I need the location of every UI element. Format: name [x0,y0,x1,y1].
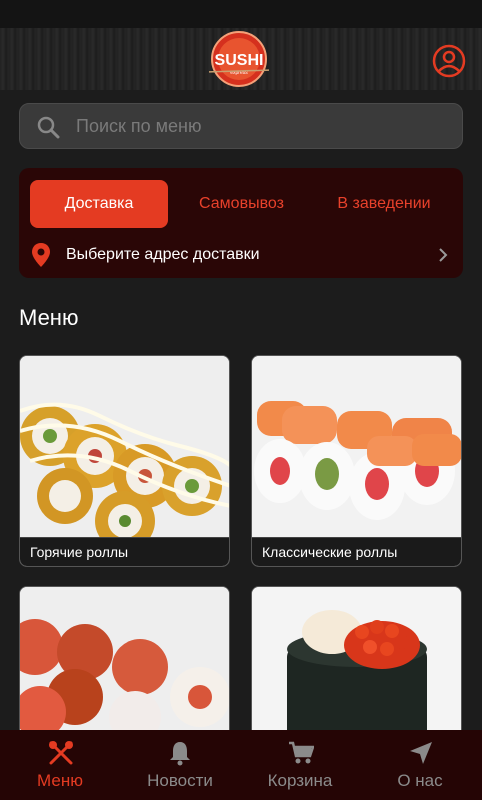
nav-item-news[interactable]: Новости [120,730,240,800]
nav-label: Новости [147,771,213,790]
search-placeholder: Поиск по меню [76,116,202,136]
category-label: Классические роллы [262,544,398,560]
nav-item-menu[interactable]: Меню [0,730,120,800]
tab-dine-in[interactable]: В заведении [314,180,454,228]
logo-text: SUSHI [215,52,264,69]
sushi-logo[interactable]: SUSHI express [209,30,269,88]
delivery-address-selector[interactable]: Выберите адрес доставки [19,238,463,272]
delivery-options-panel: Доставка Самовывоз В заведении Выберите … [19,168,463,278]
address-prompt: Выберите адрес доставки [66,246,260,263]
tab-pickup[interactable]: Самовывоз [179,180,304,228]
classic-rolls-image [252,356,461,540]
hot-rolls-image [20,356,229,540]
nav-label: О нас [397,771,443,790]
chevron-right-icon [439,248,448,262]
status-bar [0,0,482,28]
nav-item-cart[interactable]: Корзина [240,730,360,800]
search-input[interactable]: Поиск по меню [19,103,463,149]
category-label-container: Горячие роллы [20,537,229,566]
cart-icon [289,741,314,764]
category-card-classic-rolls[interactable]: Классические роллы [251,355,462,567]
profile-icon[interactable] [432,44,466,78]
bell-icon [170,742,190,766]
nav-label: Меню [37,771,83,790]
tab-delivery[interactable]: Доставка [30,180,168,228]
bottom-navigation: Меню Новости Корзина О нас [0,730,482,800]
menu-section-title: Меню [19,305,79,330]
app-header: SUSHI express [0,28,482,90]
nav-label: Корзина [267,771,333,790]
search-icon [37,116,60,139]
category-label: Горячие роллы [30,544,129,560]
category-card-hot-rolls[interactable]: Горячие роллы [19,355,230,567]
cutlery-icon [49,741,73,765]
nav-item-about[interactable]: О нас [360,730,480,800]
location-arrow-icon [410,742,432,764]
category-label-container: Классические роллы [252,537,461,566]
location-pin-icon [32,243,50,267]
